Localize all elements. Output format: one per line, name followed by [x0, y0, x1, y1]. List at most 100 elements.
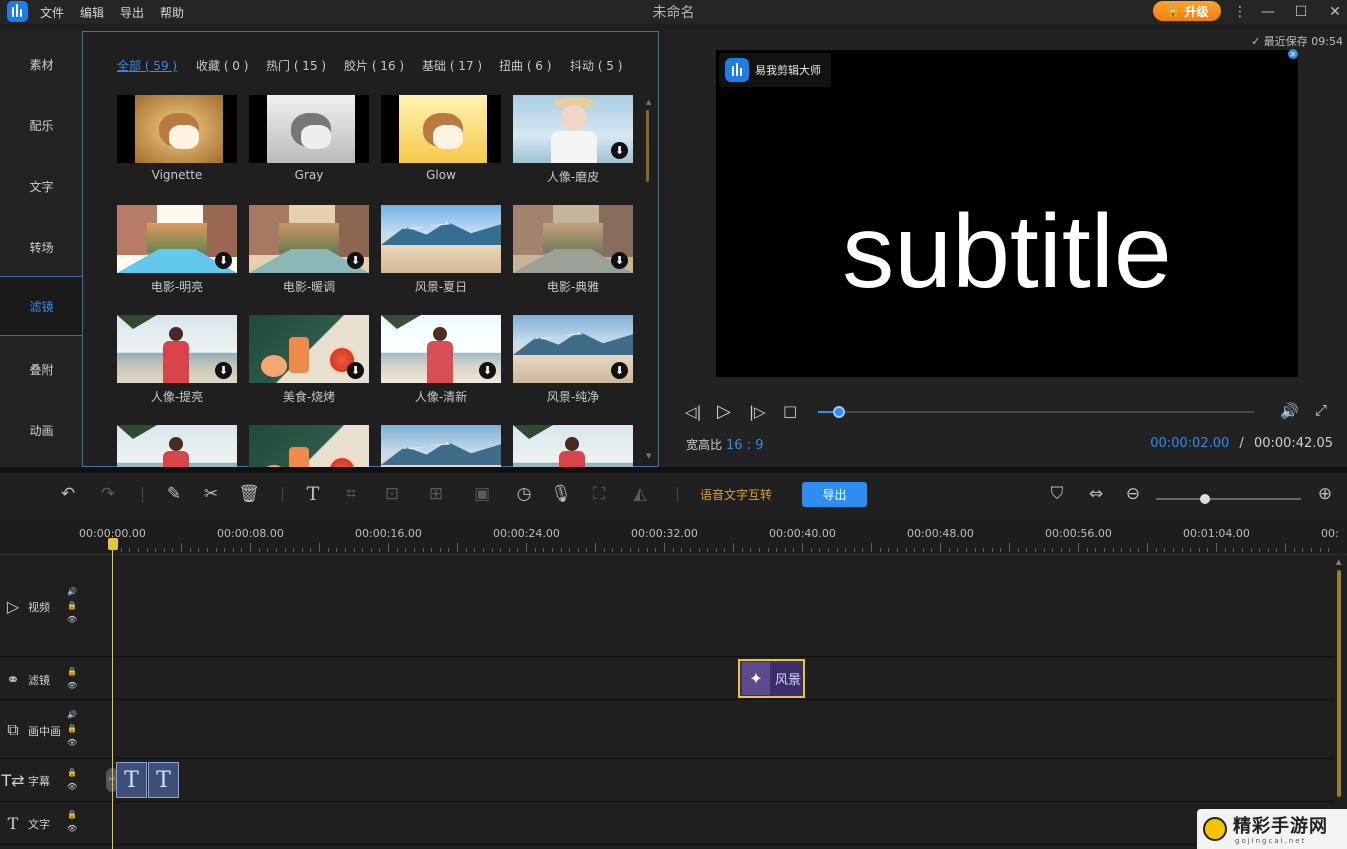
export-button[interactable]: 导出	[802, 482, 867, 507]
zoom-in-icon[interactable]: ⊕	[1314, 483, 1336, 505]
video-preview[interactable]: 易我剪辑大师 subtitle	[716, 50, 1298, 377]
marker-icon[interactable]: ⛉	[1046, 483, 1068, 505]
filter-tile[interactable]: ⬇ 人像-提亮	[117, 315, 237, 404]
scroll-up-icon[interactable]: ▲	[646, 98, 651, 106]
track-filter-controls[interactable]: 🔒 👁	[67, 665, 77, 693]
nav-animations[interactable]: 动画	[0, 400, 83, 460]
filter-thumbnail[interactable]: ⬇	[513, 205, 633, 273]
close-watermark-icon[interactable]: ✕	[1288, 49, 1298, 59]
timeline-scroll-up-icon[interactable]: ▲	[1336, 558, 1341, 566]
track-filter[interactable]: ⚭ 滤镜 🔒 👁	[0, 657, 1335, 700]
color-fill-icon[interactable]: ◭	[629, 483, 651, 505]
stop-icon[interactable]: □	[783, 402, 797, 420]
track-subtitle-controls[interactable]: 🔒 👁	[67, 766, 77, 794]
scroll-down-icon[interactable]: ▼	[646, 452, 651, 460]
speech-to-text-button[interactable]: 语音文字互转	[700, 486, 772, 503]
minimize-button[interactable]: —	[1253, 0, 1283, 24]
volume-icon[interactable]: 🔊	[1280, 402, 1299, 420]
library-scrollbar[interactable]	[646, 110, 649, 182]
split-scissors-icon[interactable]: ✂	[200, 483, 222, 505]
filter-tile[interactable]: 风景-夏日	[381, 205, 501, 294]
voiceover-mic-icon[interactable]: 🎙	[550, 483, 572, 505]
category-basic[interactable]: 基础 ( 17 )	[422, 57, 482, 74]
filter-tile[interactable]: Glow	[381, 95, 501, 183]
download-icon[interactable]: ⬇	[215, 252, 232, 269]
mosaic-icon[interactable]: ⊞	[425, 483, 447, 505]
resize-icon[interactable]: ⊡	[381, 483, 403, 505]
zoom-slider-handle[interactable]	[1200, 494, 1211, 504]
filter-tile[interactable]: ⬇ 电影-典雅	[513, 205, 633, 294]
track-subtitle[interactable]: T⇄ 字幕 🔒 👁	[0, 759, 1335, 802]
maximize-button[interactable]: ☐	[1286, 0, 1316, 24]
previous-frame-icon[interactable]: ◁|	[685, 403, 702, 421]
category-all[interactable]: 全部 ( 59 )	[117, 57, 177, 74]
nav-text[interactable]: 文字	[0, 156, 83, 216]
filter-tile[interactable]: Vignette	[117, 95, 237, 183]
track-pip-controls[interactable]: 🔊 🔒 👁	[67, 708, 77, 750]
filter-tile[interactable]: ⬇ 电影-明亮	[117, 205, 237, 294]
upgrade-button[interactable]: 🔓 升级	[1153, 1, 1221, 21]
crop-icon[interactable]: ⌗	[340, 483, 362, 505]
timeline-ruler[interactable]: 00:00:00.00 00:00:08.00 00:00:16.00 00:00:2…	[0, 519, 1347, 555]
track-video[interactable]: ▷ 视频 🔊 🔒 👁	[0, 556, 1335, 657]
category-distort[interactable]: 扭曲 ( 6 )	[499, 57, 551, 74]
download-icon[interactable]: ⬇	[347, 362, 364, 379]
track-text-controls[interactable]: 🔒 👁	[67, 808, 77, 836]
edit-pencil-icon[interactable]: ✎	[163, 483, 185, 505]
aspect-ratio[interactable]: 宽高比 16 : 9	[686, 436, 763, 453]
subtitle-clip[interactable]: T	[148, 762, 179, 798]
download-icon[interactable]: ⬇	[611, 142, 628, 159]
download-icon[interactable]: ⬇	[611, 252, 628, 269]
nav-music[interactable]: 配乐	[0, 95, 83, 155]
download-icon[interactable]: ⬇	[347, 252, 364, 269]
delete-trash-icon[interactable]: 🗑	[238, 483, 260, 505]
redo-icon[interactable]: ↷	[97, 483, 119, 505]
filter-tile[interactable]: ⬇ 美食-烧烤	[249, 315, 369, 404]
seek-bar[interactable]	[818, 406, 1254, 418]
track-text[interactable]: T 文字 🔒 👁	[0, 802, 1335, 845]
fit-timeline-icon[interactable]: ⇔	[1085, 483, 1107, 505]
menu-help[interactable]: 帮助	[160, 4, 184, 21]
menu-edit[interactable]: 编辑	[80, 4, 104, 21]
download-icon[interactable]: ⬇	[479, 362, 496, 379]
filter-thumbnail[interactable]	[381, 205, 501, 273]
category-shake[interactable]: 抖动 ( 5 )	[570, 57, 622, 74]
filter-tile[interactable]: ⬇ 风景-纯净	[513, 315, 633, 404]
more-options-icon[interactable]: ⋮	[1225, 0, 1255, 24]
download-icon[interactable]: ⬇	[611, 362, 628, 379]
nav-filters[interactable]: 滤镜	[0, 276, 83, 336]
portrait-cutout-icon[interactable]: ⛶	[588, 483, 610, 505]
filter-thumbnail[interactable]	[249, 95, 369, 163]
filter-thumbnail[interactable]: ⬇	[249, 205, 369, 273]
speed-clock-icon[interactable]: ◷	[513, 483, 535, 505]
nav-media[interactable]: 素材	[0, 34, 83, 94]
zoom-slider[interactable]	[1156, 494, 1301, 504]
text-tool-icon[interactable]: T	[302, 483, 324, 505]
category-favorites[interactable]: 收藏 ( 0 )	[196, 57, 248, 74]
filter-thumbnail[interactable]: ⬇	[381, 315, 501, 383]
next-frame-icon[interactable]: |▷	[749, 403, 766, 421]
filter-thumbnail[interactable]	[381, 95, 501, 163]
track-video-controls[interactable]: 🔊 🔒 👁	[67, 585, 77, 627]
nav-transitions[interactable]: 转场	[0, 217, 83, 277]
subtitle-clip[interactable]: T	[116, 762, 147, 798]
filter-thumbnail[interactable]: ⬇	[117, 315, 237, 383]
filter-thumbnail[interactable]	[117, 95, 237, 163]
filter-tile[interactable]: ⬇ 人像-清新	[381, 315, 501, 404]
filter-tile[interactable]: Gray	[249, 95, 369, 183]
filter-tile[interactable]: ⬇ 电影-暖调	[249, 205, 369, 294]
menu-file[interactable]: 文件	[40, 4, 64, 21]
menu-export[interactable]: 导出	[120, 4, 144, 21]
undo-icon[interactable]: ↶	[57, 483, 79, 505]
playhead-handle[interactable]	[108, 538, 118, 550]
filter-clip[interactable]: ✦ 风景	[738, 659, 805, 698]
seek-handle[interactable]	[832, 406, 845, 418]
play-icon[interactable]: ▷	[717, 401, 731, 422]
filter-thumbnail[interactable]: ⬇	[249, 315, 369, 383]
filter-tile[interactable]: ⬇ 人像-磨皮	[513, 95, 633, 184]
filter-thumbnail[interactable]: ⬇	[513, 315, 633, 383]
fullscreen-icon[interactable]: ⤢	[1315, 401, 1327, 419]
pip-frame-icon[interactable]: ▣	[471, 483, 493, 505]
zoom-out-icon[interactable]: ⊖	[1122, 483, 1144, 505]
category-popular[interactable]: 热门 ( 15 )	[266, 57, 326, 74]
